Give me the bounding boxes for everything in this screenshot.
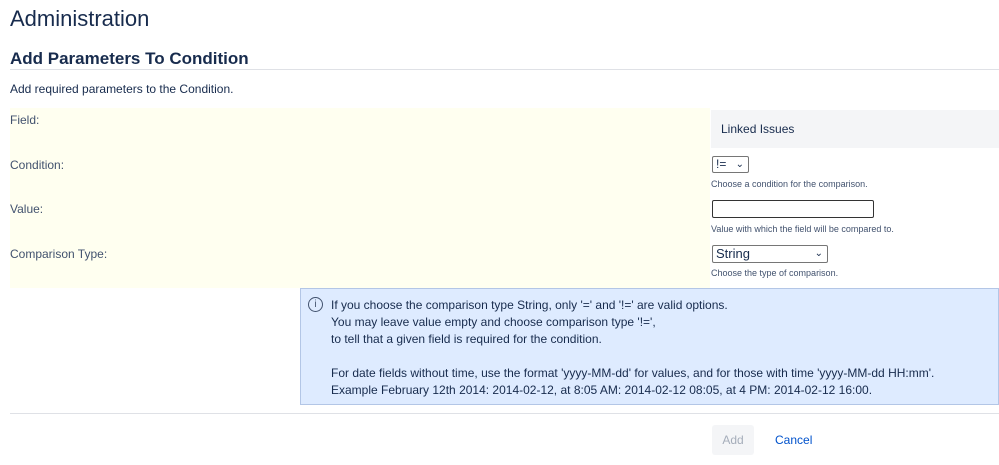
info-line: to tell that a given field is required f…: [331, 332, 602, 346]
chevron-down-icon: ⌄: [814, 248, 823, 259]
section-title: Add Parameters To Condition: [10, 49, 249, 68]
comparison-type-value: String: [716, 246, 750, 261]
field-value: Linked Issues: [711, 110, 999, 148]
value-label: Value:: [10, 202, 44, 216]
info-icon: i: [308, 297, 323, 312]
comparison-type-label: Comparison Type:: [10, 247, 108, 261]
divider: [10, 413, 999, 414]
condition-help: Choose a condition for the comparison.: [711, 179, 868, 189]
form-label-column: [10, 108, 710, 288]
info-line: Example February 12th 2014: 2014-02-12, …: [331, 383, 873, 397]
condition-select[interactable]: != ⌄: [712, 156, 749, 173]
description: Add required parameters to the Condition…: [10, 82, 234, 96]
condition-label: Condition:: [10, 158, 65, 172]
info-line: For date fields without time, use the fo…: [331, 366, 935, 380]
divider: [10, 69, 999, 70]
info-line: You may leave value empty and choose com…: [331, 315, 656, 329]
condition-value: !=: [716, 157, 727, 171]
info-message: i If you choose the comparison type Stri…: [300, 288, 999, 405]
comparison-type-help: Choose the type of comparison.: [711, 268, 839, 278]
value-input[interactable]: [712, 200, 874, 218]
cancel-link[interactable]: Cancel: [775, 425, 812, 455]
comparison-type-select[interactable]: String ⌄: [712, 245, 828, 263]
page-title: Administration: [10, 6, 150, 31]
add-button[interactable]: Add: [712, 425, 754, 455]
value-help: Value with which the field will be compa…: [711, 224, 894, 234]
chevron-down-icon: ⌄: [735, 159, 744, 170]
field-label: Field:: [10, 113, 40, 127]
info-line: If you choose the comparison type String…: [331, 298, 728, 312]
